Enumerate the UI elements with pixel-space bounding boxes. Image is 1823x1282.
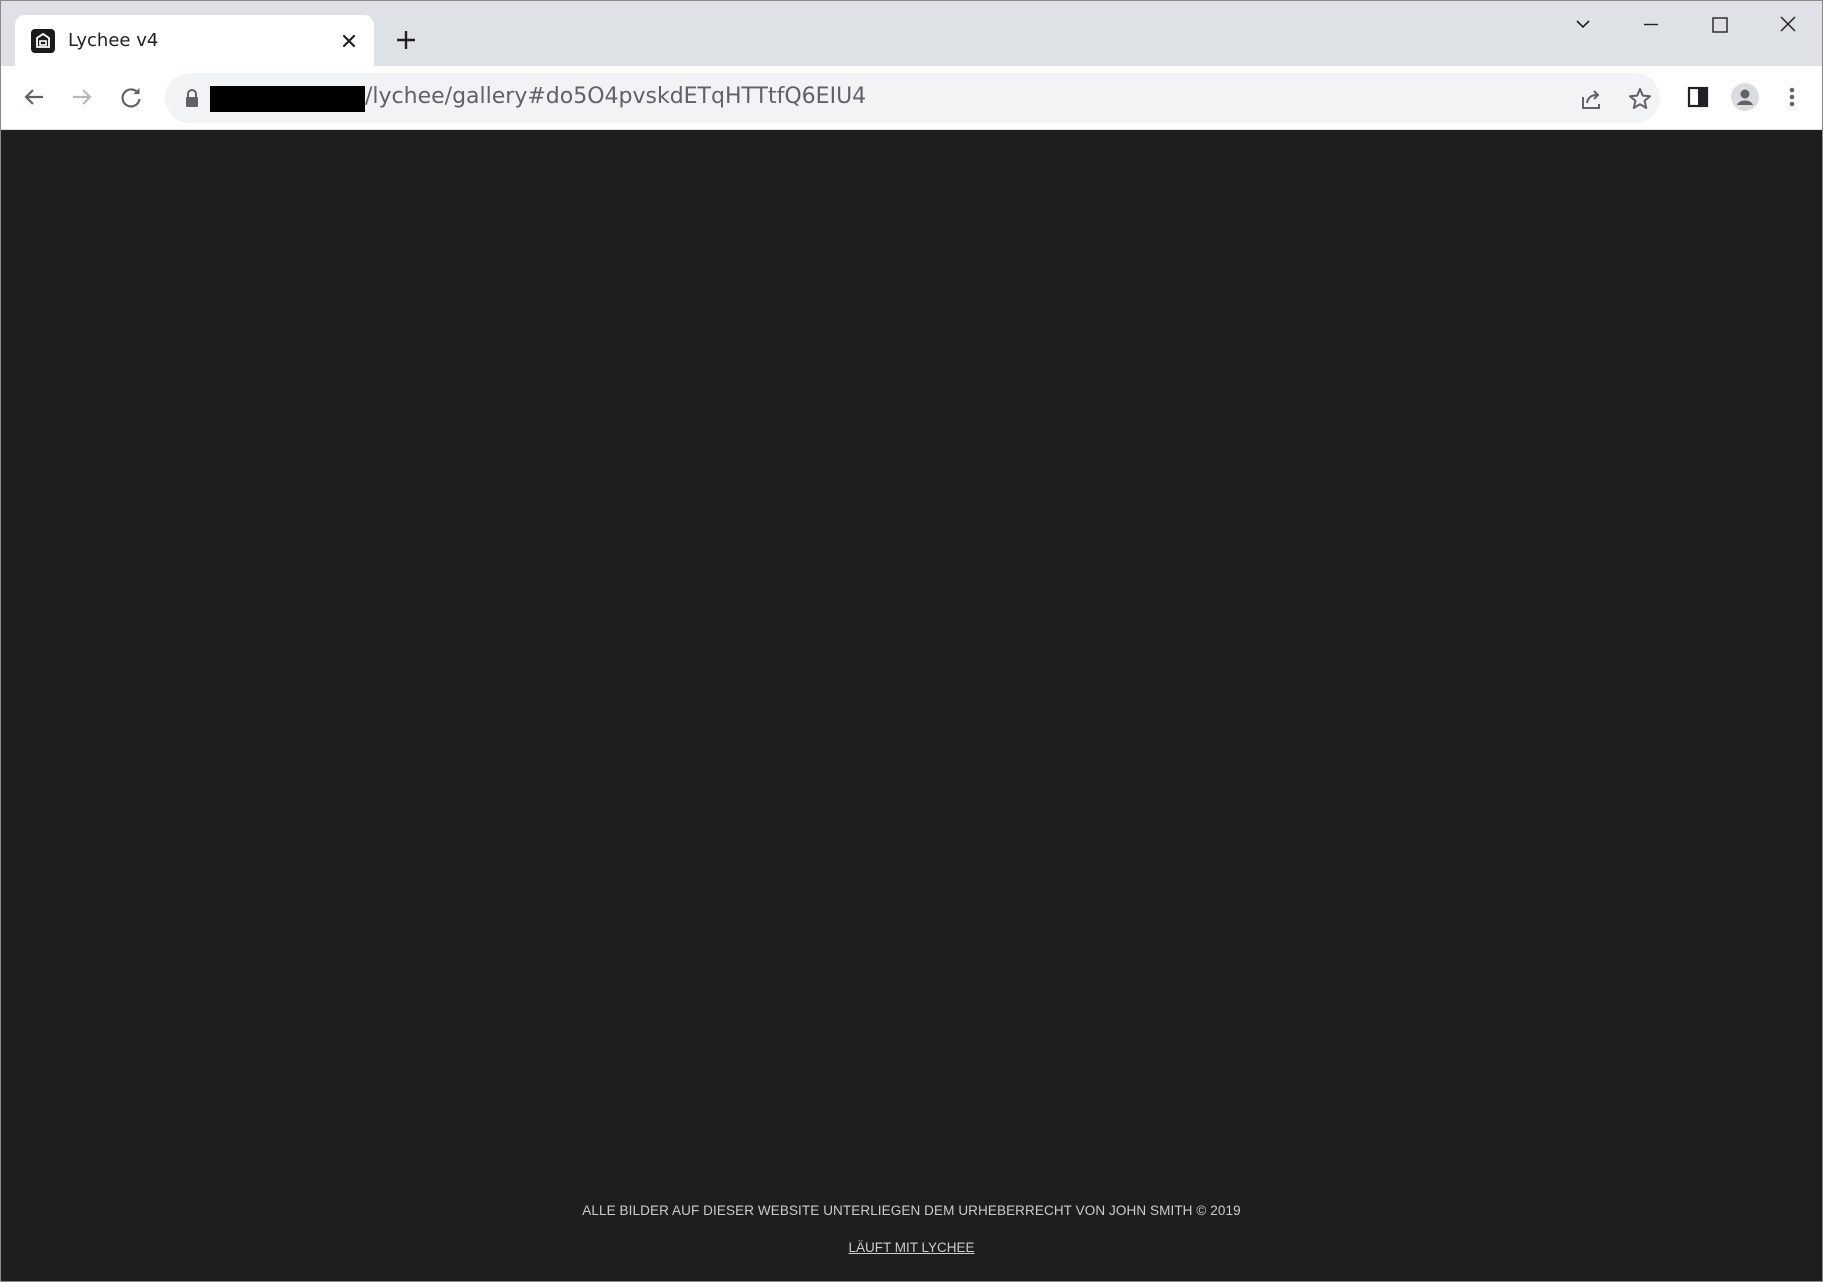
side-panel-icon[interactable] xyxy=(1683,82,1713,112)
lock-icon[interactable] xyxy=(183,88,201,108)
profile-icon[interactable] xyxy=(1730,82,1760,112)
tab-strip: Lychee v4 xyxy=(1,1,1822,66)
browser-toolbar: /lychee/gallery#do5O4pvskdETqHTTtfQ6EIU4 xyxy=(1,66,1822,130)
tab-title: Lychee v4 xyxy=(68,30,159,51)
lychee-logo-icon xyxy=(31,29,55,53)
reload-icon[interactable] xyxy=(116,82,146,112)
page-footer: ALLE BILDER AUF DIESER WEBSITE UNTERLIEG… xyxy=(1,1203,1822,1257)
chevron-down-icon[interactable] xyxy=(1568,11,1598,39)
maximize-icon[interactable] xyxy=(1705,11,1735,39)
lychee-gallery-page: ALLE BILDER AUF DIESER WEBSITE UNTERLIEG… xyxy=(1,130,1822,1281)
more-vert-icon[interactable] xyxy=(1777,82,1807,112)
browser-tab[interactable]: Lychee v4 xyxy=(15,15,374,66)
close-icon[interactable] xyxy=(1773,11,1803,39)
url-text[interactable]: /lychee/gallery#do5O4pvskdETqHTTtfQ6EIU4 xyxy=(365,84,866,109)
powered-by-lychee-link[interactable]: LÄUFT MIT LYCHEE xyxy=(848,1240,974,1255)
redacted-host xyxy=(210,86,365,112)
copyright-text: ALLE BILDER AUF DIESER WEBSITE UNTERLIEG… xyxy=(582,1203,1241,1218)
share-icon[interactable] xyxy=(1578,85,1606,113)
tab-close-icon[interactable] xyxy=(338,30,360,52)
star-icon[interactable] xyxy=(1626,85,1654,113)
address-bar[interactable]: /lychee/gallery#do5O4pvskdETqHTTtfQ6EIU4 xyxy=(165,73,1660,123)
browser-window: Lychee v4 /lychee/gallery#do5O4pvskdETqH… xyxy=(0,0,1823,1282)
minimize-icon[interactable] xyxy=(1636,11,1666,39)
arrow-left-icon[interactable] xyxy=(19,82,49,112)
plus-icon[interactable] xyxy=(393,27,419,53)
arrow-right-icon[interactable] xyxy=(67,82,97,112)
